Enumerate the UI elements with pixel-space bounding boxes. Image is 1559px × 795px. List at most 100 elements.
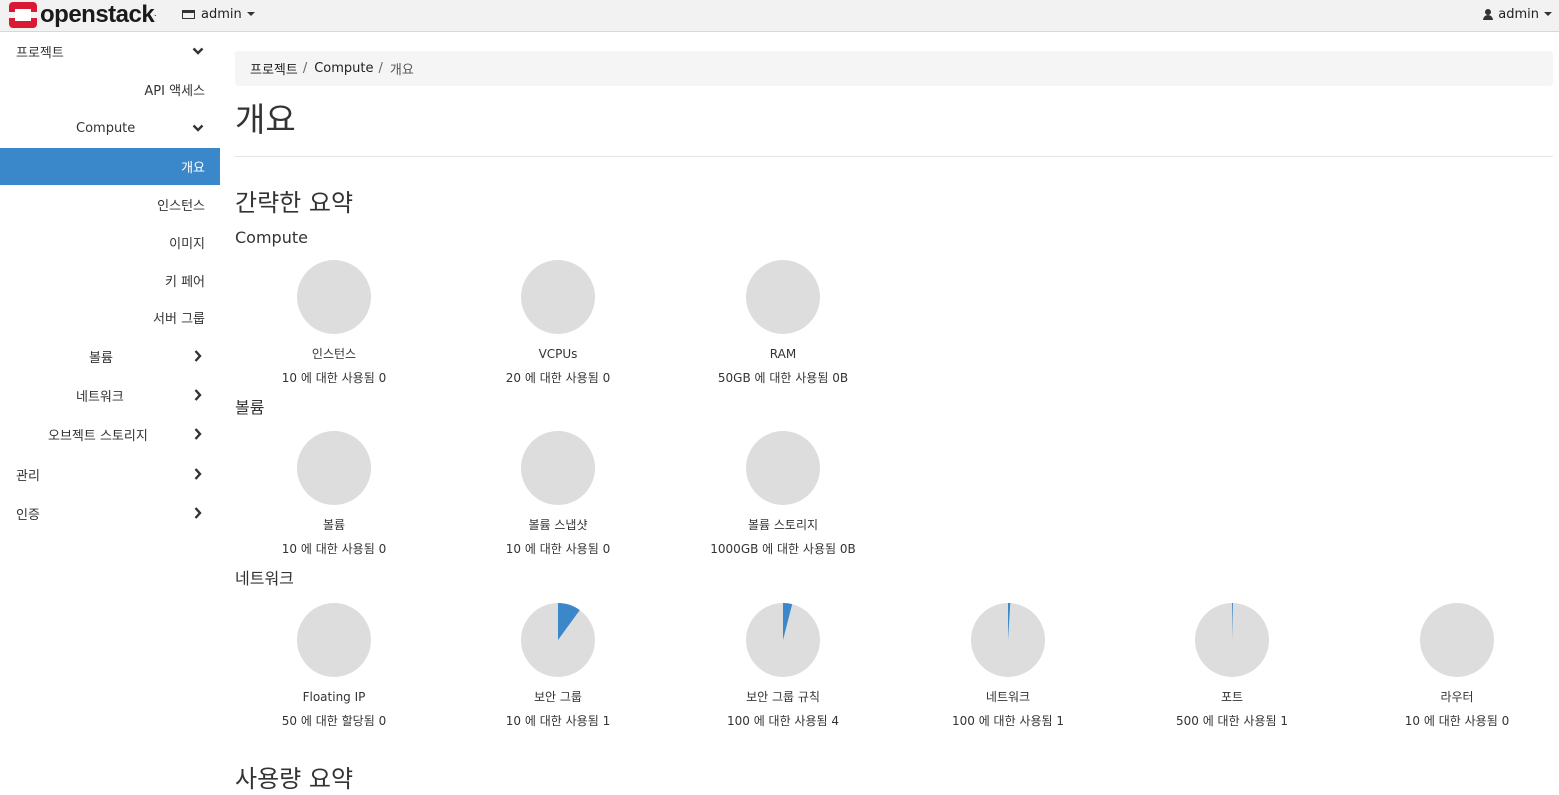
- sidebar-item-7[interactable]: 서버 그룹: [0, 299, 220, 336]
- sidebar-item-label: 이미지: [169, 237, 205, 252]
- sidebar-item-0[interactable]: 프로젝트: [0, 33, 220, 70]
- pie-chart-svg: [971, 603, 1045, 677]
- sidebar-item-2[interactable]: Compute: [0, 110, 220, 147]
- pie-chart-svg: [297, 603, 371, 677]
- pie-chart-svg: [521, 260, 595, 334]
- quota-pie-chart: 인스턴스 10 에 대한 사용됨 0: [234, 259, 434, 385]
- logo-text: openstack.: [40, 1, 156, 28]
- pie-chart-svg: [746, 603, 820, 677]
- sidebar-item-10[interactable]: 오브젝트 스토리지: [0, 416, 220, 453]
- pie-chart-svg: [1420, 603, 1494, 677]
- chart-usage-text: 1000GB 에 대한 사용됨 0B: [710, 542, 856, 556]
- pie-chart-svg: [521, 603, 595, 677]
- main-content: 프로젝트 / Compute / 개요 개요 간략한 요약 Compute 인스턴…: [234, 33, 1553, 793]
- chart-usage-text: 10 에 대한 사용됨 0: [281, 371, 387, 385]
- breadcrumb-separator: /: [378, 61, 383, 76]
- quota-pie-chart: 포트 500 에 대한 사용됨 1: [1132, 602, 1332, 728]
- chart-label: VCPUs: [538, 347, 578, 361]
- chart-label: 볼륨: [322, 518, 346, 532]
- chart-label: 네트워크: [985, 690, 1031, 704]
- chevron-right-icon: [192, 350, 204, 362]
- sidebar-item-11[interactable]: 관리: [0, 456, 220, 493]
- quota-pie-chart: 보안 그룹 10 에 대한 사용됨 1: [458, 602, 658, 728]
- sidebar-item-5[interactable]: 이미지: [0, 224, 220, 261]
- sidebar-item-4[interactable]: 인스턴스: [0, 186, 220, 223]
- user-icon: [1483, 8, 1494, 20]
- quota-pie-chart: VCPUs 20 에 대한 사용됨 0: [458, 259, 658, 385]
- sidebar-item-label: 관리: [16, 469, 40, 484]
- breadcrumb-link-project[interactable]: 프로젝트: [250, 59, 298, 78]
- sidebar-item-label: 네트워크: [76, 390, 124, 405]
- chart-label: 볼륨 스토리지: [747, 518, 819, 532]
- group-title: 네트워크: [235, 569, 294, 588]
- chevron-down-icon: [192, 122, 204, 134]
- chart-label: 포트: [1220, 690, 1244, 704]
- pie-chart-svg: [1195, 602, 1269, 677]
- pie-background: [297, 260, 371, 334]
- pie-background: [746, 431, 820, 505]
- project-icon: [182, 9, 195, 19]
- chart-usage-text: 20 에 대한 사용됨 0: [505, 371, 611, 385]
- project-dropdown-label: admin: [201, 6, 242, 22]
- chevron-right-icon: [192, 507, 204, 519]
- chart-label: 볼륨 스냅샷: [528, 518, 588, 532]
- chart-usage-text: 10 에 대한 사용됨 1: [505, 714, 611, 728]
- sidebar-item-8[interactable]: 볼륨: [0, 338, 220, 375]
- breadcrumb: 프로젝트 / Compute / 개요: [235, 51, 1553, 86]
- chart-usage-text: 500 에 대한 사용됨 1: [1175, 714, 1289, 728]
- quota-pie-chart: 보안 그룹 규칙 100 에 대한 사용됨 4: [683, 602, 883, 728]
- chart-label: RAM: [769, 347, 797, 361]
- breadcrumb-link-compute[interactable]: Compute: [314, 61, 373, 76]
- pie-background: [297, 603, 371, 677]
- sidebar-item-label: Compute: [76, 121, 136, 136]
- quota-pie-chart: RAM 50GB 에 대한 사용됨 0B: [683, 259, 883, 385]
- chart-usage-text: 50 에 대한 할당됨 0: [281, 714, 387, 728]
- summary-title: 간략한 요약: [235, 189, 354, 217]
- sidebar-item-6[interactable]: 키 페어: [0, 262, 220, 299]
- group-title: Compute: [235, 228, 308, 247]
- sidebar-item-9[interactable]: 네트워크: [0, 377, 220, 414]
- openstack-logo-icon: [9, 2, 37, 28]
- pie-background: [521, 260, 595, 334]
- chart-label: 인스턴스: [311, 347, 357, 361]
- pie-chart-svg: [746, 260, 820, 334]
- quota-pie-chart: 네트워크 100 에 대한 사용됨 1: [908, 602, 1108, 728]
- user-dropdown-label: admin: [1498, 6, 1539, 22]
- pie-background: [1420, 603, 1494, 677]
- quota-pie-chart: 라우터 10 에 대한 사용됨 0: [1357, 602, 1557, 728]
- caret-down-icon: [246, 12, 255, 16]
- pie-chart-svg: [746, 431, 820, 505]
- title-divider: [235, 156, 1553, 157]
- sidebar-item-3[interactable]: 개요: [0, 148, 220, 185]
- chevron-down-icon: [192, 45, 204, 57]
- project-dropdown[interactable]: admin: [182, 0, 255, 28]
- chart-usage-text: 100 에 대한 사용됨 4: [726, 714, 840, 728]
- sidebar-item-label: 인스턴스: [157, 199, 205, 214]
- chevron-right-icon: [192, 389, 204, 401]
- chart-label: Floating IP: [302, 690, 366, 704]
- chevron-right-icon: [192, 468, 204, 480]
- sidebar-item-label: 인증: [16, 508, 40, 523]
- top-navbar: openstack. admin admin: [0, 0, 1559, 32]
- sidebar-item-label: 프로젝트: [16, 46, 64, 61]
- sidebar-item-12[interactable]: 인증: [0, 495, 220, 532]
- quota-pie-chart: 볼륨 스토리지 1000GB 에 대한 사용됨 0B: [683, 430, 883, 556]
- sidebar-nav: 프로젝트 API 액세스 Compute 개요인스턴스이미지키 페어 서버 그룹 볼륨네트…: [0, 33, 220, 773]
- breadcrumb-separator: /: [302, 61, 308, 76]
- quota-pie-chart: 볼륨 스냅샷 10 에 대한 사용됨 0: [458, 430, 658, 556]
- pie-background: [521, 431, 595, 505]
- chart-usage-text: 10 에 대한 사용됨 0: [1404, 714, 1510, 728]
- quota-pie-chart: 볼륨 10 에 대한 사용됨 0: [234, 430, 434, 556]
- quota-pie-chart: Floating IP 50 에 대한 할당됨 0: [234, 602, 434, 728]
- group-title: 볼륨: [235, 398, 265, 417]
- openstack-logo[interactable]: openstack.: [9, 1, 156, 29]
- chevron-right-icon: [192, 428, 204, 440]
- chart-label: 보안 그룹 규칙: [746, 690, 820, 704]
- sidebar-item-label: API 액세스: [144, 84, 205, 99]
- pie-background: [297, 431, 371, 505]
- user-dropdown[interactable]: admin: [1483, 0, 1552, 28]
- sidebar-item-1[interactable]: API 액세스: [0, 71, 220, 108]
- chart-usage-text: 10 에 대한 사용됨 0: [505, 542, 611, 556]
- chart-usage-text: 10 에 대한 사용됨 0: [281, 542, 387, 556]
- pie-chart-svg: [297, 431, 371, 505]
